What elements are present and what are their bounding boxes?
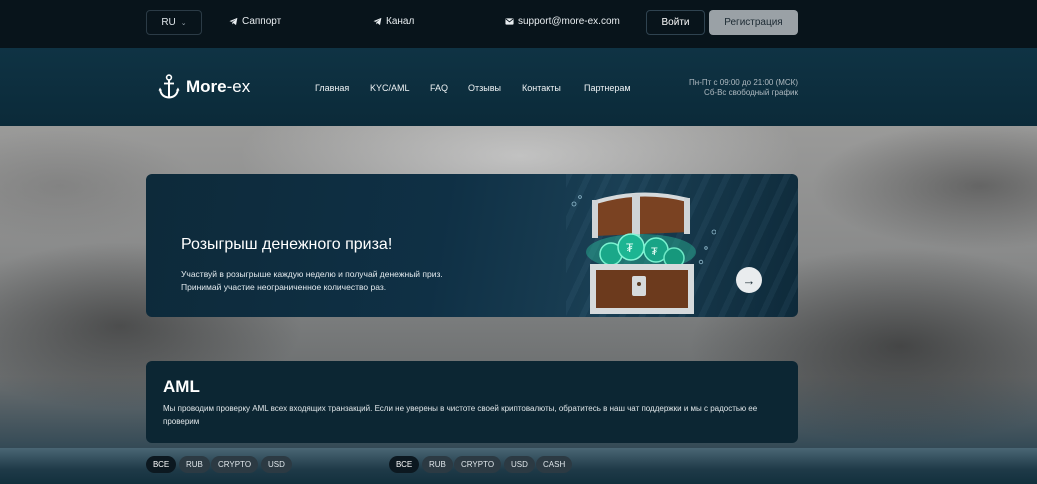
filter-right-usd[interactable]: USD: [504, 456, 535, 473]
main-nav-bar: [0, 48, 1037, 126]
nav-partners[interactable]: Партнерам: [584, 83, 631, 93]
promo-description: Участвуй в розыгрыше каждую неделю и пол…: [181, 269, 443, 292]
aml-title: AML: [163, 377, 200, 396]
nav-home[interactable]: Главная: [315, 83, 349, 93]
svg-text:₮: ₮: [626, 241, 634, 255]
hours-weekend: Сб-Вс свободный график: [704, 88, 798, 97]
chevron-down-icon: ⌄: [180, 19, 187, 27]
filter-left-all[interactable]: ВСЕ: [146, 456, 177, 473]
treasure-chest-image: ₮ ₮: [571, 192, 716, 314]
top-bar: RU ⌄ Саппорт Канал support@more-ex.com В…: [0, 0, 1037, 48]
aml-description: Мы проводим проверку AML всех входящих т…: [163, 404, 758, 426]
aml-info-card: AML Мы проводим проверку AML всех входящ…: [146, 361, 798, 443]
nav-reviews[interactable]: Отзывы: [468, 83, 501, 93]
language-select[interactable]: RU ⌄: [146, 10, 202, 35]
brand-logo[interactable]: More-ex: [158, 74, 250, 100]
filter-right-all[interactable]: ВСЕ: [389, 456, 420, 473]
arrow-right-icon: →: [742, 272, 756, 288]
nav-contacts[interactable]: Контакты: [522, 83, 561, 93]
filter-left-crypto[interactable]: CRYPTO: [211, 456, 259, 473]
working-hours: Пн-Пт с 09:00 до 21:00 (МСК) Сб-Вс свобо…: [640, 78, 798, 98]
promo-banner[interactable]: Розыгрыш денежного приза! Участвуй в роз…: [146, 174, 798, 317]
anchor-icon: [158, 74, 180, 99]
filter-right-crypto[interactable]: CRYPTO: [454, 456, 502, 473]
email-label: support@more-ex.com: [518, 16, 620, 27]
filter-right-cash[interactable]: CASH: [536, 456, 573, 473]
register-button[interactable]: Регистрация: [709, 10, 798, 35]
mail-icon: [505, 18, 514, 25]
email-link[interactable]: support@more-ex.com: [505, 16, 620, 27]
brand-name: More-ex: [186, 77, 251, 96]
language-value: RU: [161, 17, 176, 28]
nav-kyc-aml[interactable]: KYC/AML: [370, 83, 410, 93]
filter-left-usd[interactable]: USD: [261, 456, 292, 473]
filter-left-rub[interactable]: RUB: [179, 456, 210, 473]
promo-title: Розыгрыш денежного приза!: [181, 236, 393, 253]
telegram-icon: [373, 17, 382, 26]
support-link[interactable]: Саппорт: [229, 16, 281, 27]
login-button[interactable]: Войти: [646, 10, 705, 35]
svg-text:₮: ₮: [651, 246, 658, 258]
support-label: Саппорт: [242, 16, 282, 27]
promo-next-button[interactable]: →: [736, 267, 762, 293]
channel-label: Канал: [386, 16, 415, 27]
nav-faq[interactable]: FAQ: [430, 83, 448, 93]
filter-right-rub[interactable]: RUB: [422, 456, 453, 473]
hours-weekdays: Пн-Пт с 09:00 до 21:00 (МСК): [689, 78, 798, 87]
channel-link[interactable]: Канал: [373, 16, 414, 27]
telegram-icon: [229, 17, 238, 26]
